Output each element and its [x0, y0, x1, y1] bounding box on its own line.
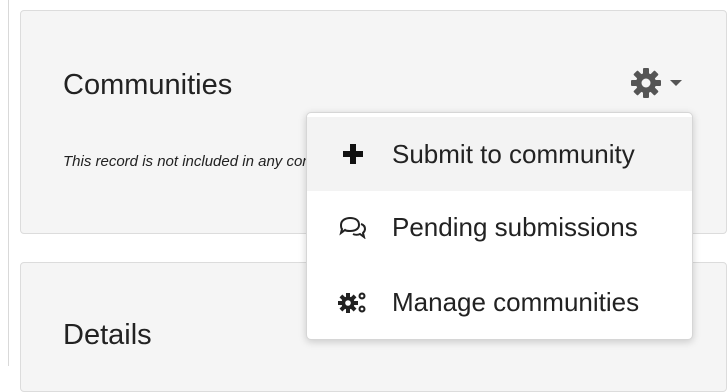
menu-item-manage-communities[interactable]: Manage communities: [307, 265, 692, 339]
details-title: Details: [63, 319, 152, 351]
comments-icon: [338, 215, 368, 239]
gear-icon: [629, 66, 663, 100]
menu-item-submit-to-community[interactable]: Submit to community: [307, 117, 692, 191]
menu-item-label: Manage communities: [392, 286, 640, 317]
communities-settings-menu: Submit to community Pending submissions: [306, 112, 693, 340]
caret-down-icon: [669, 78, 683, 88]
plus-icon: [338, 143, 368, 165]
menu-item-pending-submissions[interactable]: Pending submissions: [307, 190, 692, 264]
communities-settings-dropdown-toggle[interactable]: [629, 65, 683, 101]
cogs-icon: [338, 290, 368, 314]
menu-item-label: Pending submissions: [392, 211, 638, 242]
communities-title: Communities: [63, 69, 233, 101]
menu-item-label: Submit to community: [392, 138, 635, 169]
